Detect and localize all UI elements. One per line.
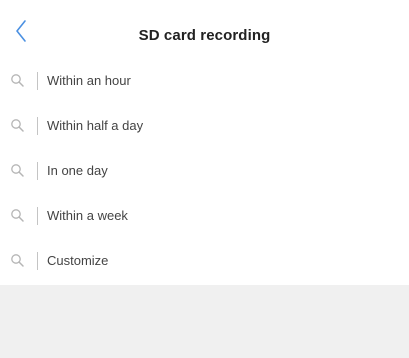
page-title: SD card recording [138,27,271,44]
option-label: Within an hour [47,73,131,88]
option-label: Within a week [47,208,128,223]
option-customize[interactable]: Customize [0,240,409,285]
separator [37,117,38,135]
search-icon [11,164,24,177]
separator [37,252,38,270]
separator [37,72,38,90]
search-icon [11,119,24,132]
option-label: Customize [47,253,109,268]
option-label: Within half a day [47,118,144,133]
separator [37,162,38,180]
search-icon [11,209,24,222]
option-label: In one day [47,163,108,178]
search-icon [11,254,24,267]
option-within-half-a-day[interactable]: Within half a day [0,105,409,150]
separator [37,207,38,225]
option-in-one-day[interactable]: In one day [0,150,409,195]
search-icon [11,74,24,87]
option-within-a-week[interactable]: Within a week [0,195,409,240]
recording-period-list: Within an hour Within half a day In one … [0,60,409,285]
header-bar: SD card recording [0,0,409,60]
option-within-an-hour[interactable]: Within an hour [0,60,409,105]
